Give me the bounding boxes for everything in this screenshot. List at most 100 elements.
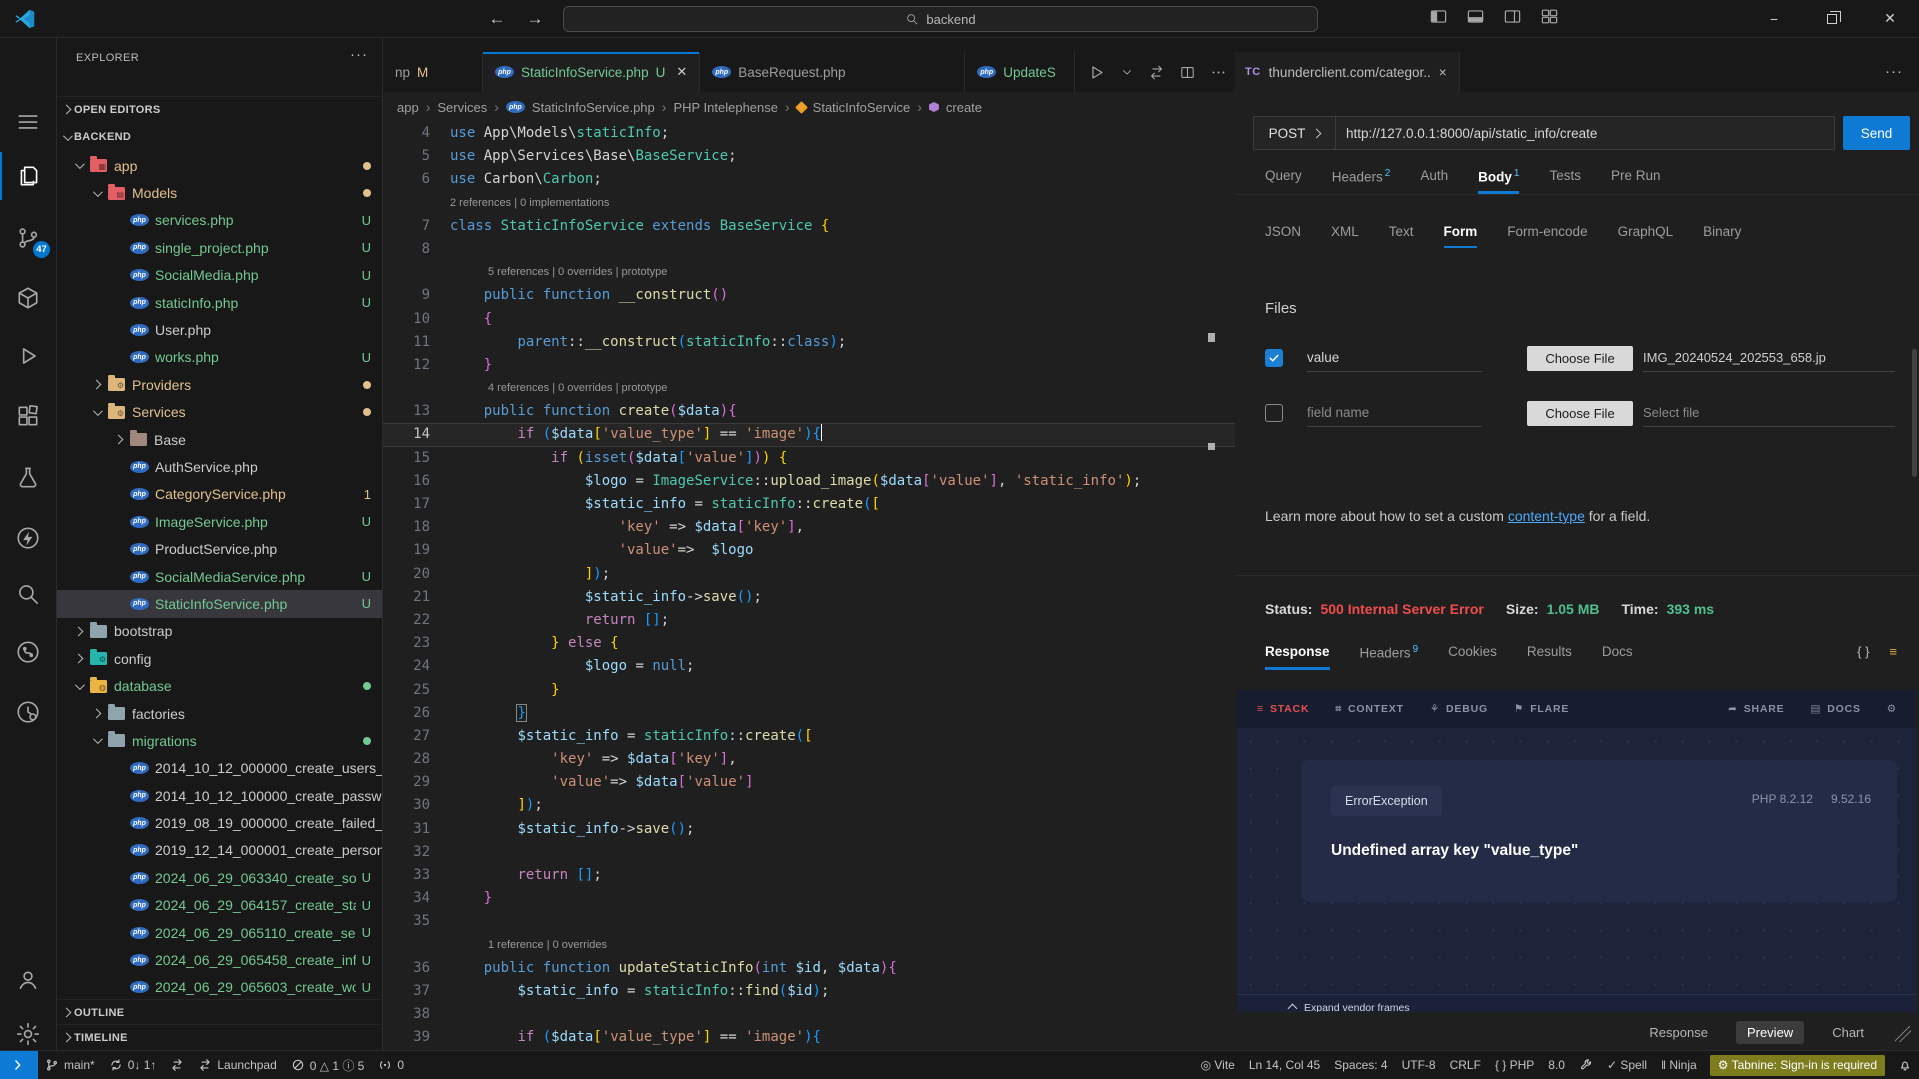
expand-vendor-frames[interactable]: Expand vendor frames xyxy=(1237,994,1917,1012)
status-cursor-position[interactable]: Ln 14, Col 45 xyxy=(1242,1051,1327,1079)
toggle-sidebar-icon[interactable] xyxy=(1429,7,1448,26)
status-ninja[interactable]: ‖ Ninja xyxy=(1654,1051,1704,1079)
tree-item-2024_06_29_065110_create_services_...[interactable]: php2024_06_29_065110_create_services_...… xyxy=(57,919,383,946)
choose-file-button[interactable]: Choose File xyxy=(1527,401,1633,426)
request-tab-auth[interactable]: Auth xyxy=(1420,168,1448,194)
editor-tab-staticinfoservice.php[interactable]: phpStaticInfoService.phpU✕ xyxy=(483,52,700,92)
editor-tab-updates[interactable]: phpUpdateS xyxy=(965,52,1075,92)
status-encoding[interactable]: UTF-8 xyxy=(1395,1051,1443,1079)
nav-back-button[interactable]: ← xyxy=(483,7,511,31)
panel-more-actions-icon[interactable]: ··· xyxy=(1885,63,1919,92)
customize-layout-icon[interactable] xyxy=(1540,7,1559,26)
tree-item-bootstrap[interactable]: bootstrap xyxy=(57,618,383,645)
tree-item-productservice.php[interactable]: phpProductService.php xyxy=(57,535,383,562)
format-json-icon[interactable]: { } xyxy=(1857,644,1869,659)
breadcrumb-item[interactable]: PHP Intelephense xyxy=(673,100,778,115)
workspace-root-section[interactable]: BACKEND xyxy=(57,124,383,150)
status-language-mode[interactable]: { } PHP xyxy=(1488,1051,1541,1079)
open-changes-icon[interactable] xyxy=(1148,64,1165,81)
panel-scrollbar[interactable] xyxy=(1912,349,1917,477)
thunder-client-tab[interactable]: TC thunderclient.com/categor.. × xyxy=(1235,52,1460,92)
tree-item-categoryservice.php[interactable]: phpCategoryService.php1 xyxy=(57,481,383,508)
codelens-label[interactable]: 1 reference | 0 overrides xyxy=(488,934,1233,957)
breadcrumb-item[interactable]: StaticInfoService xyxy=(813,100,911,115)
tree-item-2024_06_29_065603_create_works_ta...[interactable]: php2024_06_29_065603_create_works_ta...U xyxy=(57,974,383,1001)
more-actions-icon[interactable] xyxy=(1210,64,1227,81)
tree-item-app[interactable]: ▦app xyxy=(57,152,383,179)
tree-item-socialmedia.php[interactable]: phpSocialMedia.phpU xyxy=(57,262,383,289)
split-editor-icon[interactable] xyxy=(1179,64,1196,81)
run-icon[interactable] xyxy=(1087,63,1106,82)
body-tab-text[interactable]: Text xyxy=(1389,224,1414,248)
tree-item-models[interactable]: ▤Models xyxy=(57,179,383,206)
tree-item-2014_10_12_000000_create_users_table.p...[interactable]: php2014_10_12_000000_create_users_table.… xyxy=(57,755,383,782)
status-launchpad[interactable]: Launchpad xyxy=(191,1051,283,1079)
view-switch-response[interactable]: Response xyxy=(1649,1025,1708,1040)
breadcrumb-item[interactable]: Services xyxy=(437,100,487,115)
open-editors-section[interactable]: OPEN EDITORS xyxy=(57,96,383,122)
git-graph-icon[interactable] xyxy=(0,628,56,676)
status-notifications[interactable] xyxy=(1891,1051,1919,1079)
tree-item-factories[interactable]: factories xyxy=(57,700,383,727)
body-tab-xml[interactable]: XML xyxy=(1331,224,1359,248)
ignition-tab-context[interactable]: ⌗ CONTEXT xyxy=(1335,703,1404,716)
checkbox-unchecked[interactable] xyxy=(1265,404,1283,422)
tree-item-2019_08_19_000000_create_failed_jobs_ta...[interactable]: php2019_08_19_000000_create_failed_jobs_… xyxy=(57,809,383,836)
field-name-input[interactable]: field name xyxy=(1307,399,1482,427)
tree-item-2024_06_29_064157_create_static_in...[interactable]: php2024_06_29_064157_create_static_in...… xyxy=(57,892,383,919)
method-select[interactable]: POST xyxy=(1253,116,1335,150)
tree-item-migrations[interactable]: migrations xyxy=(57,727,383,754)
status-indentation[interactable]: Spaces: 4 xyxy=(1327,1051,1394,1079)
status-git-branch[interactable]: main* xyxy=(38,1051,102,1079)
ignition-tab-debug[interactable]: ⚘ DEBUG xyxy=(1430,703,1488,715)
ignition-docs-button[interactable]: ▤ DOCS xyxy=(1811,703,1861,715)
request-tab-body[interactable]: Body1 xyxy=(1478,168,1519,194)
tree-item-imageservice.php[interactable]: phpImageService.phpU xyxy=(57,508,383,535)
explorer-icon[interactable] xyxy=(0,152,56,200)
testing-icon[interactable] xyxy=(0,454,56,502)
tree-item-authservice.php[interactable]: phpAuthService.php xyxy=(57,453,383,480)
toggle-secondary-sidebar-icon[interactable] xyxy=(1503,7,1522,26)
thunder-client-icon[interactable] xyxy=(0,514,56,562)
editor-tab-np[interactable]: npM xyxy=(383,52,483,92)
response-tab-response[interactable]: Response xyxy=(1265,644,1330,670)
response-tab-cookies[interactable]: Cookies xyxy=(1448,644,1497,670)
choose-file-button[interactable]: Choose File xyxy=(1527,346,1633,371)
timeline-section[interactable]: TIMELINE xyxy=(57,1024,383,1050)
view-switch-preview[interactable]: Preview xyxy=(1736,1021,1804,1044)
tab-close-icon[interactable]: ✕ xyxy=(676,64,687,80)
tree-item-services.php[interactable]: phpservices.phpU xyxy=(57,207,383,234)
codelens-label[interactable]: 2 references | 0 implementations xyxy=(450,192,1233,215)
extensions-icon[interactable] xyxy=(0,392,56,440)
tree-item-providers[interactable]: ⚙Providers xyxy=(57,371,383,398)
close-button[interactable]: ✕ xyxy=(1861,0,1919,37)
toggle-panel-icon[interactable] xyxy=(1466,7,1485,26)
request-tab-pre-run[interactable]: Pre Run xyxy=(1611,168,1661,194)
editor-tab-baserequest.php[interactable]: phpBaseRequest.php xyxy=(700,52,965,92)
tree-item-works.php[interactable]: phpworks.phpU xyxy=(57,344,383,371)
search-icon[interactable] xyxy=(0,570,56,618)
outline-section[interactable]: OUTLINE xyxy=(57,999,383,1025)
tree-item-2014_10_12_100000_create_password_res...[interactable]: php2014_10_12_100000_create_password_res… xyxy=(57,782,383,809)
body-tab-binary[interactable]: Binary xyxy=(1703,224,1741,248)
tree-item-2024_06_29_065458_create_infos_ta...[interactable]: php2024_06_29_065458_create_infos_ta...U xyxy=(57,946,383,973)
body-tab-form[interactable]: Form xyxy=(1444,224,1478,248)
request-tab-headers[interactable]: Headers2 xyxy=(1332,168,1391,194)
body-tab-graphql[interactable]: GraphQL xyxy=(1618,224,1674,248)
dependencies-icon[interactable] xyxy=(0,274,56,322)
url-input[interactable]: http://127.0.0.1:8000/api/static_info/cr… xyxy=(1335,116,1835,150)
git-history-icon[interactable] xyxy=(0,688,56,736)
request-tab-tests[interactable]: Tests xyxy=(1549,168,1581,194)
response-menu-icon[interactable]: ≡ xyxy=(1889,644,1897,659)
request-tab-query[interactable]: Query xyxy=(1265,168,1302,194)
status-open-changes[interactable] xyxy=(163,1051,191,1079)
resize-handle[interactable] xyxy=(1895,1026,1911,1042)
ignition-settings-icon[interactable]: ⚙ xyxy=(1887,703,1897,715)
breadcrumb-item[interactable]: create xyxy=(946,100,982,115)
codelens-label[interactable]: 5 references | 0 overrides | prototype xyxy=(488,261,1233,284)
tree-item-staticinfoservice.php[interactable]: phpStaticInfoService.phpU xyxy=(57,590,383,617)
response-tab-docs[interactable]: Docs xyxy=(1602,644,1633,670)
tree-item-2024_06_29_063340_create_soical_m...[interactable]: php2024_06_29_063340_create_soical_m...U xyxy=(57,864,383,891)
chevron-down-icon[interactable] xyxy=(1120,65,1134,79)
status-spell[interactable]: ✓ Spell xyxy=(1600,1051,1654,1079)
